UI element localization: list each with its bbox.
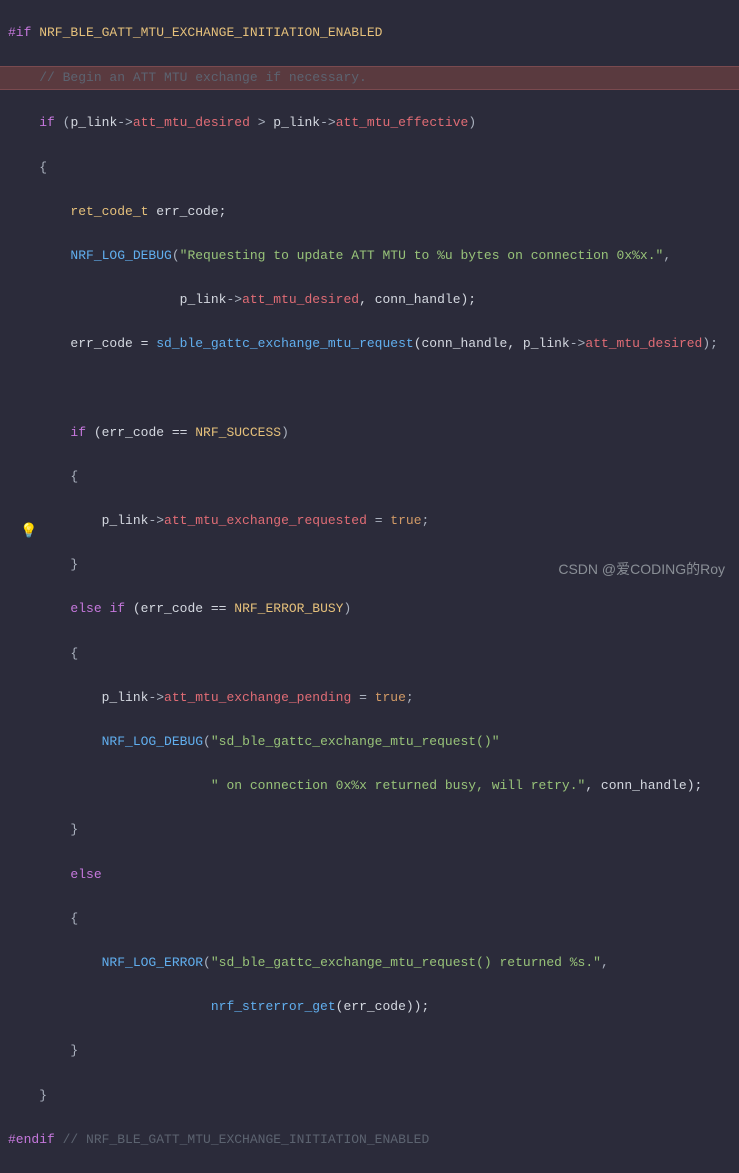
code-line: p_link->att_mtu_exchange_requested = tru… (0, 510, 739, 532)
code-line (0, 378, 739, 400)
watermark-text: CSDN @爱CODING的Roy (558, 558, 725, 582)
code-line: p_link->att_mtu_desired, conn_handle); (0, 289, 739, 311)
code-line: #endif // NRF_BLE_GATT_MTU_EXCHANGE_INIT… (0, 1129, 739, 1151)
code-editor[interactable]: #if NRF_BLE_GATT_MTU_EXCHANGE_INITIATION… (0, 0, 739, 1173)
code-line: else if (err_code == NRF_ERROR_BUSY) (0, 598, 739, 620)
code-line: NRF_LOG_DEBUG("Requesting to update ATT … (0, 245, 739, 267)
code-line: { (0, 643, 739, 665)
code-line: { (0, 466, 739, 488)
code-line: NRF_LOG_ERROR("sd_ble_gattc_exchange_mtu… (0, 952, 739, 974)
code-line: " on connection 0x%x returned busy, will… (0, 775, 739, 797)
comment: // Begin an ATT MTU exchange if necessar… (8, 70, 367, 85)
code-line: } (0, 1085, 739, 1107)
code-line: nrf_strerror_get(err_code)); (0, 996, 739, 1018)
code-line: } (0, 819, 739, 841)
preproc-endif: #endif (8, 1132, 55, 1147)
code-line: } (0, 1040, 739, 1062)
code-line: ret_code_t err_code; (0, 201, 739, 223)
code-line: NRF_LOG_DEBUG("sd_ble_gattc_exchange_mtu… (0, 731, 739, 753)
code-line: p_link->att_mtu_exchange_pending = true; (0, 687, 739, 709)
code-line: if (p_link->att_mtu_desired > p_link->at… (0, 112, 739, 134)
code-line: err_code = sd_ble_gattc_exchange_mtu_req… (0, 333, 739, 355)
lightbulb-icon[interactable]: 💡 (20, 521, 37, 545)
code-line: { (0, 908, 739, 930)
code-line: { (0, 157, 739, 179)
code-line-highlighted: // Begin an ATT MTU exchange if necessar… (0, 66, 739, 90)
macro-name: NRF_BLE_GATT_MTU_EXCHANGE_INITIATION_ENA… (31, 25, 382, 40)
code-line: else (0, 864, 739, 886)
code-line: #if NRF_BLE_GATT_MTU_EXCHANGE_INITIATION… (0, 22, 739, 44)
code-line: if (err_code == NRF_SUCCESS) (0, 422, 739, 444)
comment: // NRF_BLE_GATT_MTU_EXCHANGE_INITIATION_… (55, 1132, 429, 1147)
preproc-if: #if (8, 25, 31, 40)
